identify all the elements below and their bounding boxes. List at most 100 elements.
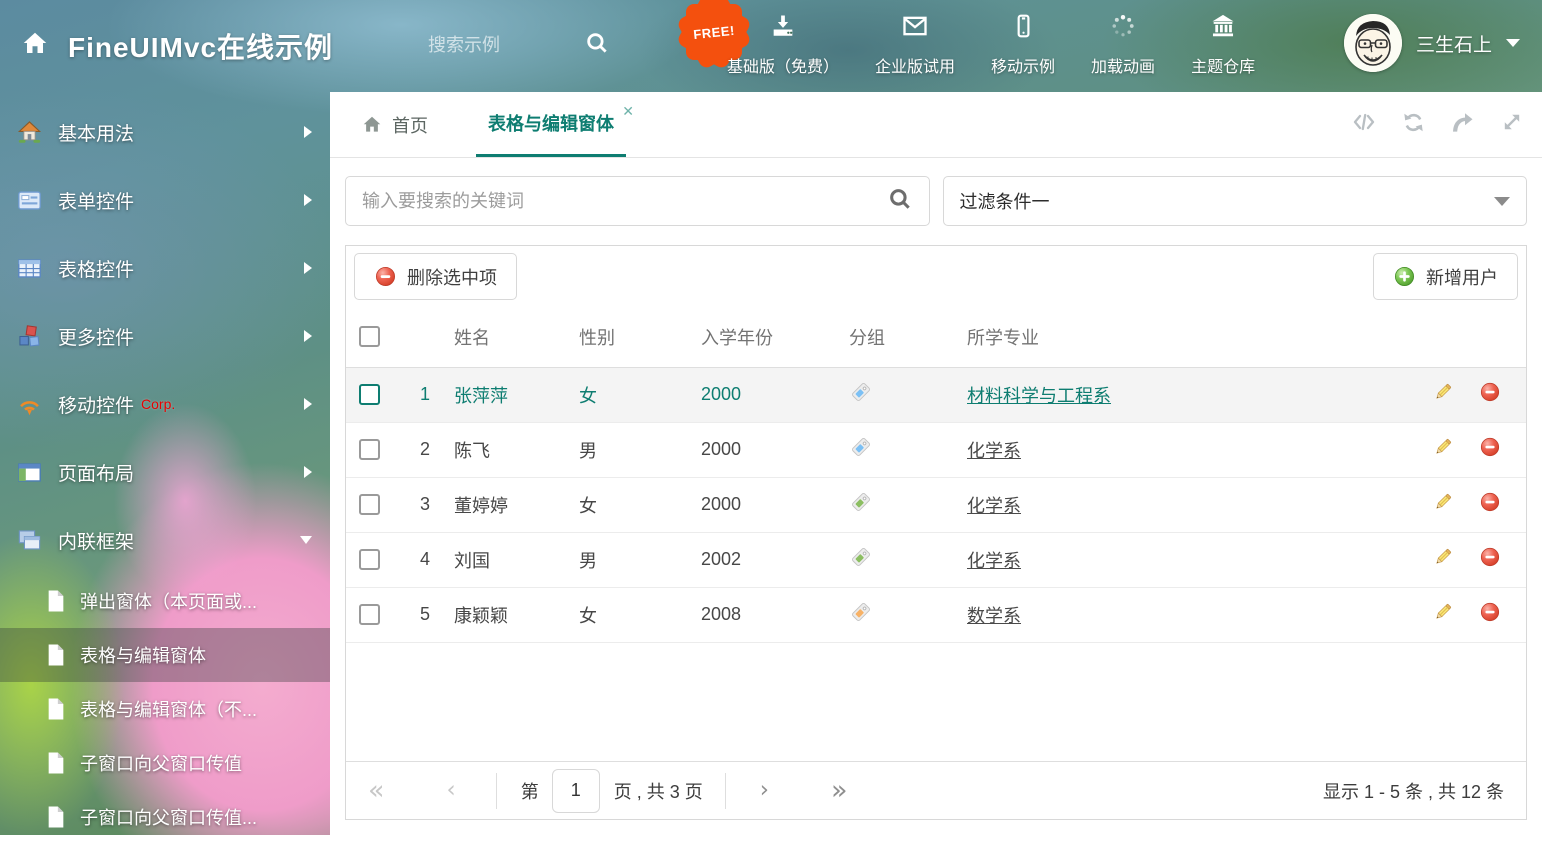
last-page-button[interactable]: » — [831, 777, 848, 804]
fullscreen-icon[interactable] — [1500, 110, 1524, 139]
source-code-icon[interactable] — [1351, 111, 1377, 138]
nav-basic-edition[interactable]: 基础版（免费） — [727, 12, 839, 77]
sidebar-subitem-grid-edit-window[interactable]: 表格与编辑窗体 — [0, 628, 330, 682]
filter-dropdown[interactable]: 过滤条件一 — [943, 176, 1528, 226]
column-header-name[interactable]: 姓名 — [436, 307, 561, 367]
delete-minus-icon[interactable] — [1479, 381, 1501, 408]
delete-minus-icon[interactable] — [1479, 491, 1501, 518]
select-all-checkbox[interactable] — [359, 326, 380, 347]
divider — [496, 773, 497, 809]
page-count-label: 页 , 共 3 页 — [614, 778, 703, 804]
column-header-gender[interactable]: 性别 — [561, 307, 683, 367]
table-row[interactable]: 3 董婷婷 女 2000 化学系 — [346, 477, 1526, 532]
table-row[interactable]: 2 陈飞 男 2000 化学系 — [346, 422, 1526, 477]
tab-toolbar — [1351, 92, 1524, 157]
edit-pencil-icon[interactable] — [1432, 546, 1454, 573]
sidebar-subitem-grid-edit-window-2[interactable]: 表格与编辑窗体（不... — [0, 682, 330, 736]
cell-gender: 女 — [561, 587, 683, 642]
tag-icon — [849, 436, 872, 464]
sidebar-subitem-popup-window[interactable]: 弹出窗体（本页面或... — [0, 574, 330, 628]
chevron-right-icon — [304, 262, 312, 274]
keyword-search-input[interactable] — [362, 191, 887, 212]
top-search — [428, 30, 610, 61]
sidebar-item-label: 内联框架 — [58, 527, 134, 554]
sidebar-subitem-label: 子窗口向父窗口传值 — [80, 750, 242, 776]
nav-label: 主题仓库 — [1191, 53, 1255, 77]
table-row[interactable]: 4 刘国 男 2002 化学系 — [346, 532, 1526, 587]
home-icon — [361, 114, 383, 136]
divider — [725, 773, 726, 809]
sidebar-item-grid-controls[interactable]: 表格控件 — [0, 234, 330, 302]
tag-icon — [849, 381, 872, 409]
major-link[interactable]: 数学系 — [967, 606, 1021, 626]
tag-icon — [849, 491, 872, 519]
row-checkbox[interactable] — [359, 384, 380, 405]
sidebar-item-more-controls[interactable]: 更多控件 — [0, 302, 330, 370]
keyword-search-box — [345, 176, 930, 226]
user-menu[interactable]: 三生石上 — [1344, 14, 1520, 72]
nav-label: 基础版（免费） — [727, 53, 839, 77]
nav-theme-repo[interactable]: 主题仓库 — [1191, 12, 1255, 77]
row-checkbox[interactable] — [359, 549, 380, 570]
edit-pencil-icon[interactable] — [1432, 601, 1454, 628]
page-icon — [45, 697, 67, 721]
brand[interactable]: FineUIMvc在线示例 — [20, 26, 333, 66]
chevron-down-icon — [1506, 39, 1520, 47]
close-icon[interactable]: ✕ — [622, 103, 634, 120]
cell-gender: 女 — [561, 477, 683, 532]
tab-home[interactable]: 首页 — [349, 92, 440, 157]
column-header-group[interactable]: 分组 — [831, 307, 949, 367]
nav-mobile-demo[interactable]: 移动示例 — [991, 12, 1055, 77]
nav-enterprise-trial[interactable]: 企业版试用 — [875, 12, 955, 77]
major-link[interactable]: 化学系 — [967, 441, 1021, 461]
share-icon[interactable] — [1450, 110, 1476, 139]
refresh-icon[interactable] — [1401, 110, 1426, 140]
sidebar-item-iframe[interactable]: 内联框架 — [0, 506, 330, 574]
museum-icon — [1208, 12, 1238, 45]
delete-minus-icon[interactable] — [1479, 436, 1501, 463]
page-number-input[interactable] — [552, 769, 600, 813]
edit-pencil-icon[interactable] — [1432, 491, 1454, 518]
search-icon[interactable] — [887, 186, 913, 217]
delete-minus-icon[interactable] — [1479, 601, 1501, 628]
edit-pencil-icon[interactable] — [1432, 436, 1454, 463]
sidebar-item-page-layout[interactable]: 页面布局 — [0, 438, 330, 506]
row-checkbox[interactable] — [359, 439, 380, 460]
add-user-button[interactable]: 新增用户 — [1373, 253, 1518, 300]
next-page-button[interactable]: › — [760, 779, 769, 802]
form-icon — [16, 187, 43, 214]
column-header-year[interactable]: 入学年份 — [683, 307, 831, 367]
first-page-button[interactable]: « — [368, 777, 385, 804]
cell-year: 2000 — [683, 477, 831, 532]
cell-name: 康颖颖 — [436, 587, 561, 642]
delete-minus-icon[interactable] — [1479, 546, 1501, 573]
search-icon[interactable] — [584, 30, 610, 61]
download-icon — [768, 12, 798, 45]
top-search-input[interactable] — [428, 35, 558, 56]
nav-label: 移动示例 — [991, 53, 1055, 77]
delete-selected-button[interactable]: 删除选中项 — [354, 253, 517, 300]
page-icon — [45, 805, 67, 829]
sidebar-item-basic-usage[interactable]: 基本用法 — [0, 98, 330, 166]
major-link[interactable]: 化学系 — [967, 496, 1021, 516]
edit-pencil-icon[interactable] — [1432, 381, 1454, 408]
table-row[interactable]: 1 张萍萍 女 2000 材料科学与工程系 — [346, 367, 1526, 422]
sidebar-item-mobile-controls[interactable]: 移动控件 Corp. — [0, 370, 330, 438]
major-link[interactable]: 材料科学与工程系 — [967, 386, 1111, 406]
filter-row: 过滤条件一 — [330, 158, 1542, 226]
sidebar-subitem-child-to-parent-2[interactable]: 子窗口向父窗口传值... — [0, 790, 330, 844]
row-checkbox[interactable] — [359, 604, 380, 625]
nav-loading-animation[interactable]: 加载动画 — [1091, 12, 1155, 77]
row-checkbox[interactable] — [359, 494, 380, 515]
cell-year: 2002 — [683, 532, 831, 587]
major-link[interactable]: 化学系 — [967, 551, 1021, 571]
prev-page-button[interactable]: ‹ — [447, 779, 456, 802]
sidebar-subitem-child-to-parent[interactable]: 子窗口向父窗口传值 — [0, 736, 330, 790]
column-header-major[interactable]: 所学专业 — [949, 307, 1414, 367]
sidebar-item-label: 表单控件 — [58, 187, 134, 214]
table-row[interactable]: 5 康颖颖 女 2008 数学系 — [346, 587, 1526, 642]
tab-grid-edit-window[interactable]: 表格与编辑窗体 ✕ — [476, 92, 626, 157]
sidebar-item-form-controls[interactable]: 表单控件 — [0, 166, 330, 234]
cell-gender: 男 — [561, 422, 683, 477]
page-icon — [45, 589, 67, 613]
